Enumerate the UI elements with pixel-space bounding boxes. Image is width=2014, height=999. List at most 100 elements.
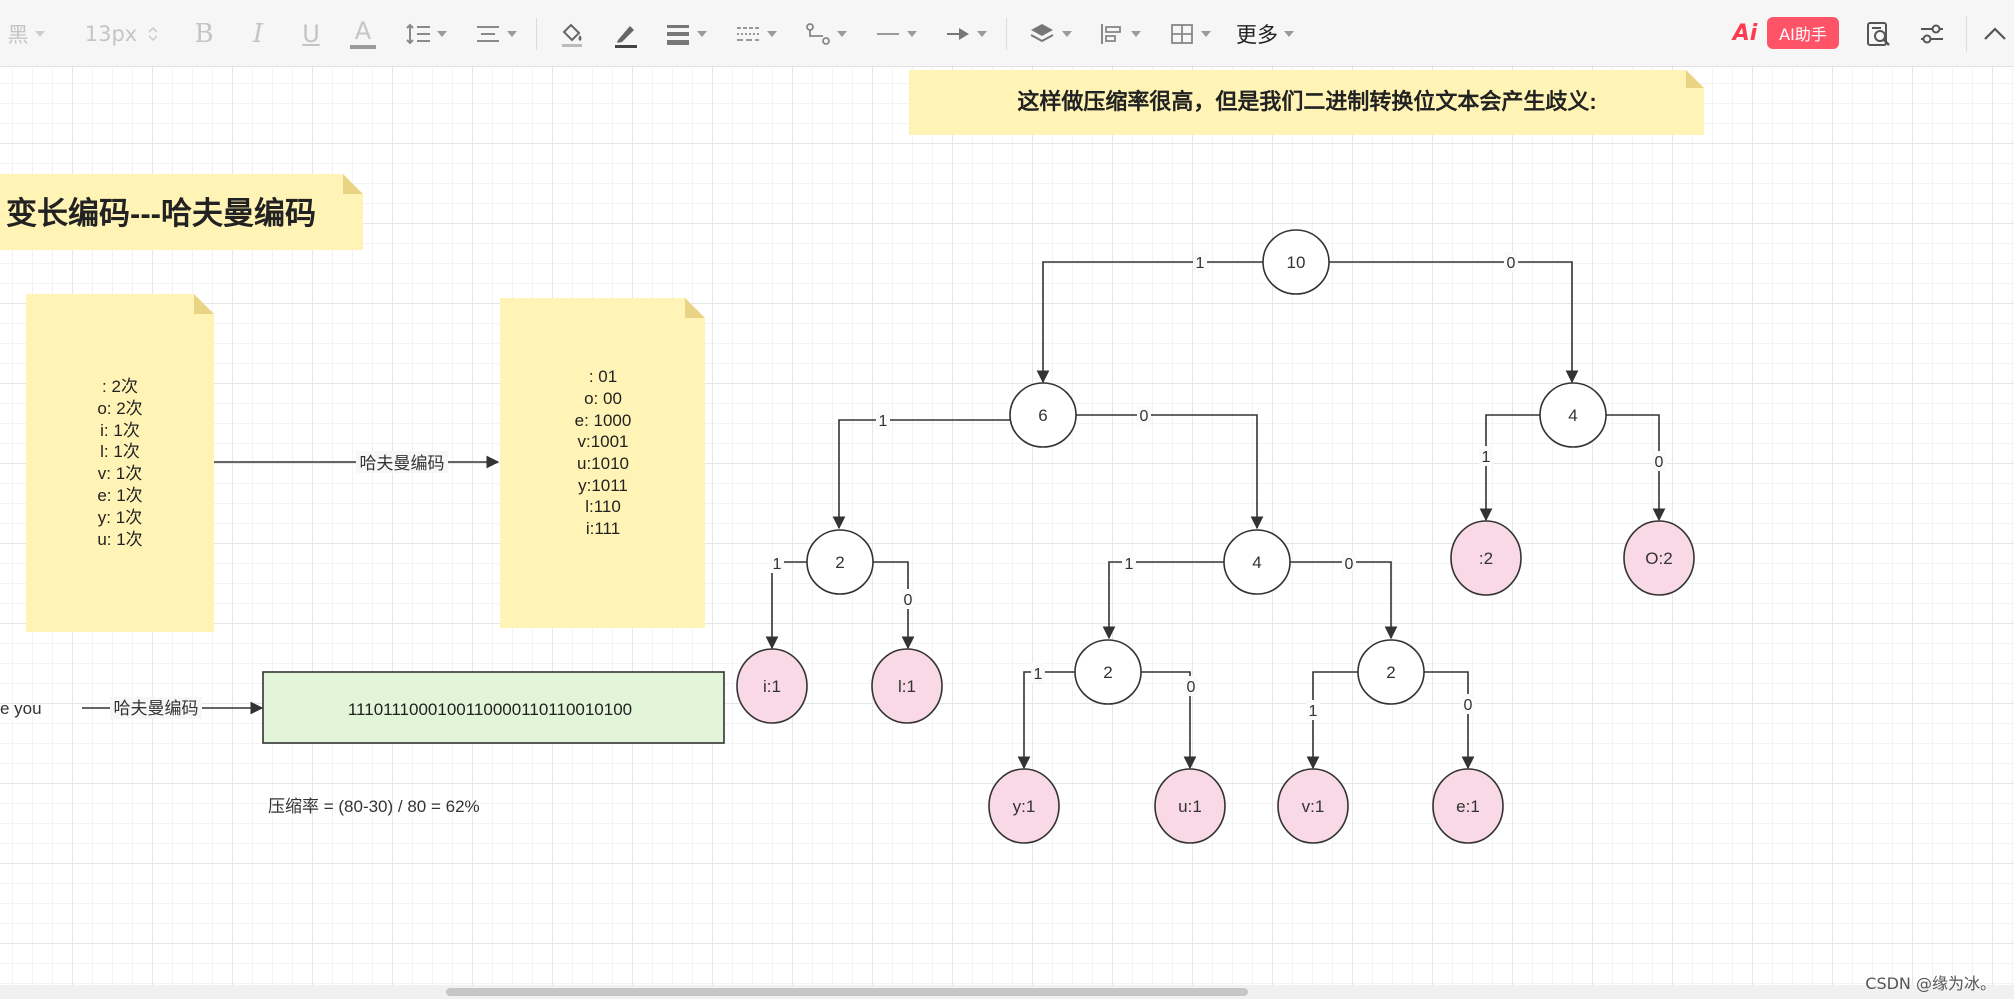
line-width-icon [667, 25, 689, 45]
distribute-select[interactable] [1166, 18, 1214, 50]
node-label: 4 [1252, 553, 1261, 572]
node-label: 2 [1103, 663, 1112, 682]
align-left-icon [1101, 24, 1121, 44]
drawing-canvas[interactable]: 这样做压缩率很高，但是我们二进制转换位文本会产生歧义: 变长编码---哈夫曼编码… [0, 67, 2014, 987]
tree-node-6[interactable]: 6 [1009, 382, 1077, 448]
encoded-bits-box[interactable]: 1110111000100110000110110010100 [262, 671, 725, 744]
tree-leaf-colon[interactable]: :2 [1450, 520, 1522, 596]
edge-n4r-left [1479, 414, 1540, 522]
edge-n4m-left [1102, 561, 1224, 640]
tree-node-4-middle[interactable]: 4 [1223, 529, 1291, 595]
arrow-label: 哈夫曼编码 [360, 454, 445, 473]
node-label: 10 [1287, 253, 1306, 272]
italic-button[interactable]: I [242, 18, 274, 50]
tree-node-2-left[interactable]: 2 [806, 529, 874, 595]
frequency-line: u: 1次 [97, 530, 142, 549]
tree-leaf-l[interactable]: l:1 [871, 648, 943, 724]
huffman-arrow-top[interactable]: 哈夫曼编码 [214, 451, 500, 473]
tree-leaf-y[interactable]: y:1 [988, 768, 1060, 844]
italic-icon: I [252, 19, 264, 49]
find-button[interactable] [1862, 18, 1894, 50]
align-select[interactable] [472, 18, 520, 50]
font-size-stepper[interactable]: 13px [80, 18, 164, 50]
more-menu[interactable]: 更多 [1236, 18, 1294, 50]
ai-assistant-label: AI助手 [1779, 25, 1827, 44]
edge-label: 0 [904, 592, 913, 609]
edge-n2b-right [1141, 671, 1197, 770]
huffman-arrow-bottom[interactable]: 哈夫曼编码 [82, 697, 264, 719]
edge-n4r-right [1606, 414, 1666, 522]
leaf-label: :2 [1479, 549, 1493, 568]
banner-note[interactable]: 这样做压缩率很高，但是我们二进制转换位文本会产生歧义: [909, 70, 1704, 135]
chevron-down-icon [977, 31, 987, 37]
line-end-select[interactable] [942, 18, 990, 50]
ai-logo-text: Ai [1732, 20, 1758, 46]
fill-icon [562, 23, 582, 47]
tree-node-root[interactable]: 10 [1262, 229, 1330, 295]
ai-assistant-button[interactable]: AI助手 [1767, 17, 1839, 49]
diagram: 这样做压缩率很高，但是我们二进制转换位文本会产生歧义: 变长编码---哈夫曼编码… [0, 70, 1704, 844]
settings-icon [1921, 24, 1943, 44]
horizontal-scrollbar[interactable] [0, 985, 2014, 999]
code-line: e: 1000 [575, 411, 632, 430]
frequency-line: y: 1次 [98, 508, 142, 527]
leaf-label: y:1 [1013, 797, 1036, 816]
leaf-label: v:1 [1302, 797, 1325, 816]
line-color-button[interactable] [610, 18, 642, 50]
edge-n2c-right [1424, 671, 1475, 770]
connector-icon [806, 23, 830, 45]
line-color-icon [615, 26, 637, 48]
font-size-value: 13px [84, 22, 138, 46]
underline-button[interactable]: U [294, 18, 328, 50]
ai-logo-icon[interactable]: Ai [1730, 18, 1760, 48]
leaf-label: O:2 [1645, 549, 1672, 568]
font-color-button[interactable]: A [346, 18, 380, 50]
frequency-line: i: 1次 [100, 421, 140, 440]
node-label: 6 [1038, 406, 1047, 425]
source-text: e you [0, 699, 42, 718]
fill-button[interactable] [556, 18, 588, 50]
line-width-select[interactable] [662, 18, 710, 50]
scrollbar-thumb[interactable] [446, 988, 1248, 996]
align-shapes-select[interactable] [1096, 18, 1144, 50]
compression-rate: 压缩率 = (80-30) / 80 = 62% [268, 797, 480, 816]
font-family-select[interactable]: 黑 [0, 18, 52, 50]
tree-leaf-i[interactable]: i:1 [736, 648, 808, 724]
settings-button[interactable] [1916, 18, 1948, 50]
collapse-icon [1984, 27, 2006, 40]
leaf-label: i:1 [763, 677, 781, 696]
tree-node-2-right[interactable]: 2 [1357, 639, 1425, 705]
edge-label: 1 [773, 556, 782, 573]
toolbar-divider [536, 18, 537, 50]
edge-label: 0 [1140, 408, 1149, 425]
tree-node-4-right[interactable]: 4 [1539, 382, 1607, 448]
tree-leaf-e[interactable]: e:1 [1432, 768, 1504, 844]
edge-label: 1 [1309, 703, 1318, 720]
connector-select[interactable] [802, 18, 850, 50]
font-family-value: 黑 [7, 23, 29, 47]
layer-select[interactable] [1026, 18, 1074, 50]
toolbar-divider [1006, 18, 1007, 50]
collapse-toolbar-button[interactable] [1980, 18, 2010, 50]
toolbar-divider [1966, 16, 1967, 52]
more-label: 更多 [1236, 23, 1278, 47]
leaf-label: u:1 [1178, 797, 1202, 816]
line-start-select[interactable] [872, 18, 920, 50]
tree-node-2-middle[interactable]: 2 [1074, 639, 1142, 705]
edge-label: 0 [1655, 454, 1664, 471]
frequency-line: e: 1次 [97, 486, 142, 505]
code-note[interactable]: : 01 o: 00 e: 1000 v:1001 u:1010 y:1011 … [500, 298, 705, 628]
font-color-icon: A [354, 17, 372, 45]
tree-leaf-v[interactable]: v:1 [1277, 768, 1349, 844]
tree-leaf-o[interactable]: O:2 [1623, 520, 1695, 596]
edge-label: 1 [1482, 449, 1491, 466]
edge-label: 0 [1507, 255, 1516, 272]
line-style-select[interactable] [732, 18, 780, 50]
tree-leaf-u[interactable]: u:1 [1154, 768, 1226, 844]
bold-button[interactable]: B [188, 18, 220, 50]
distribute-icon [1171, 24, 1193, 44]
line-height-select[interactable] [402, 18, 450, 50]
title-note[interactable]: 变长编码---哈夫曼编码 [0, 174, 363, 250]
frequency-note[interactable]: : 2次 o: 2次 i: 1次 l: 1次 v: 1次 e: 1次 y: 1次… [26, 294, 214, 632]
frequency-line: l: 1次 [100, 442, 140, 461]
